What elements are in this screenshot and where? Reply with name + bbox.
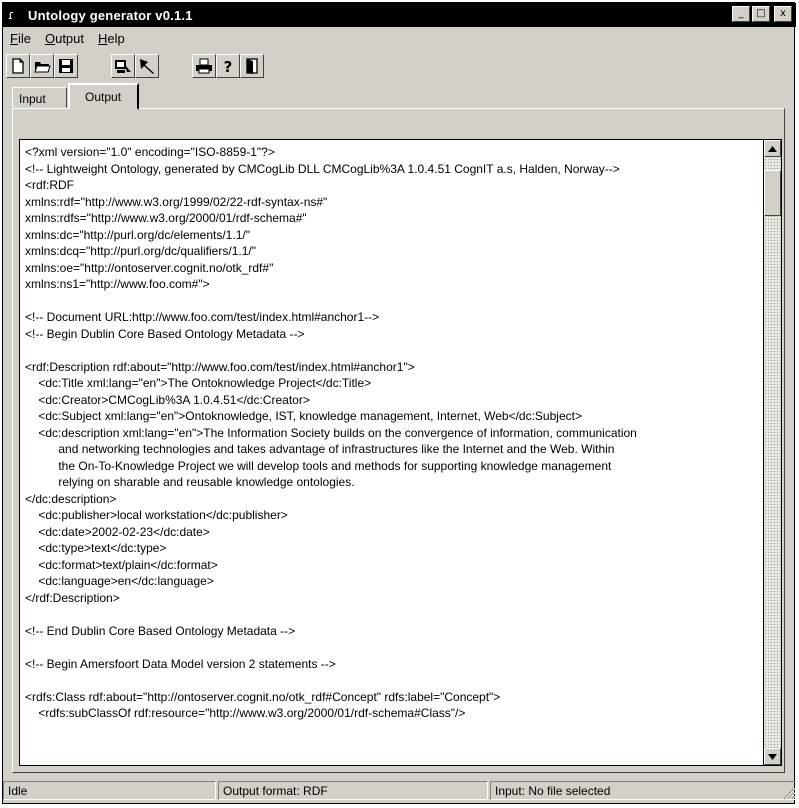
- output-line: </rdf:Description>: [25, 590, 120, 605]
- status-state: Idle: [3, 781, 216, 800]
- output-line: xmlns:oe="http://ontoserver.cognit.no/ot…: [25, 260, 274, 275]
- output-line: <dc:format>text/plain</dc:format>: [25, 557, 218, 572]
- output-line: <dc:publisher>local workstation</dc:publ…: [25, 508, 288, 522]
- scroll-down-button[interactable]: [764, 748, 781, 765]
- output-line: <rdf:Description rdf:about="http://www.f…: [25, 359, 415, 374]
- output-line: xmlns:rdf="http://www.w3.org/1999/02/22-…: [25, 194, 328, 209]
- exit-button[interactable]: [240, 54, 264, 78]
- tab-input[interactable]: Input: [12, 87, 67, 108]
- save-button[interactable]: [54, 54, 78, 78]
- help-button[interactable]: ?: [216, 54, 240, 78]
- output-line: <rdfs:Class rdf:about="http://ontoserver…: [25, 689, 501, 704]
- minimize-button[interactable]: _: [732, 6, 750, 22]
- output-line: <dc:Title xml:lang="en">The Ontoknowledg…: [25, 376, 372, 390]
- open-button[interactable]: [30, 54, 54, 78]
- menu-bar: File Output Help: [3, 28, 132, 48]
- arrow-up-icon: [768, 145, 777, 152]
- arrow-down-icon: [768, 753, 777, 760]
- tab-output[interactable]: Output: [68, 83, 139, 110]
- print-icon: [196, 58, 212, 74]
- vertical-scrollbar[interactable]: [764, 139, 782, 766]
- save-disk-icon: [59, 59, 73, 73]
- menu-help-label: elp: [107, 30, 125, 46]
- run-button[interactable]: [135, 54, 159, 78]
- open-folder-icon: [34, 62, 51, 73]
- window-controls: _ □ x: [732, 6, 792, 22]
- title-bar[interactable]: ɾ Untology generator v0.1.1 _ □ x: [3, 3, 796, 27]
- output-line: </dc:description>: [25, 491, 117, 506]
- status-output-format: Output format: RDF: [218, 781, 488, 800]
- feather-icon: ɾ: [8, 8, 15, 22]
- output-line: <dc:type>text</dc:type>: [25, 541, 167, 555]
- output-text: <?xml version="1.0" encoding="ISO-8859-1…: [20, 140, 763, 722]
- output-line: <!-- Begin Dublin Core Based Ontology Me…: [25, 326, 305, 341]
- output-line: relying on sharable and reusable knowled…: [25, 475, 355, 489]
- status-input-file: Input: No file selected: [490, 781, 796, 800]
- window-title: Untology generator v0.1.1: [28, 7, 193, 23]
- menu-help[interactable]: Help: [91, 31, 132, 46]
- output-line: <dc:Subject xml:lang="en">Ontoknowledge,…: [25, 409, 582, 423]
- menu-file-label: ile: [17, 30, 31, 46]
- output-line: <dc:Creator>CMCogLib%3A 1.0.4.51</dc:Cre…: [25, 392, 310, 407]
- print-button[interactable]: [192, 54, 216, 78]
- output-line: <!-- End Dublin Core Based Ontology Meta…: [25, 623, 296, 638]
- menu-file-mnemonic: F: [10, 30, 18, 46]
- output-line: <!-- Begin Amersfoort Data Model version…: [25, 656, 336, 671]
- resize-grip-icon[interactable]: [782, 786, 796, 800]
- output-line: the On-To-Knowledge Project we will deve…: [25, 458, 612, 473]
- output-line: <!-- Lightweight Ontology, generated by …: [25, 161, 620, 176]
- close-button[interactable]: x: [774, 6, 792, 22]
- scroll-up-button[interactable]: [764, 140, 781, 157]
- menu-output-mnemonic: O: [44, 30, 56, 46]
- output-line: <?xml version="1.0" encoding="ISO-8859-1…: [25, 145, 275, 159]
- output-line: xmlns:ns1="http://www.foo.com#">: [25, 277, 210, 291]
- menu-help-mnemonic: H: [98, 30, 108, 46]
- output-line: <rdfs:subClassOf rdf:resource="http://ww…: [25, 706, 466, 720]
- status-bar: Idle Output format: RDF Input: No file s…: [3, 781, 796, 800]
- output-line: xmlns:dcq="http://purl.org/dc/qualifiers…: [25, 244, 256, 258]
- menu-output[interactable]: Output: [38, 31, 91, 46]
- output-line: xmlns:dc="http://purl.org/dc/elements/1.…: [25, 227, 250, 242]
- new-button[interactable]: [6, 54, 30, 78]
- menu-file[interactable]: File: [3, 31, 38, 46]
- new-file-icon: [12, 58, 24, 74]
- output-line: <rdf:RDF: [25, 178, 75, 192]
- output-line: xmlns:rdfs="http://www.w3.org/2000/01/rd…: [25, 211, 307, 225]
- svg-text:?: ?: [224, 58, 233, 75]
- generate-button[interactable]: [111, 54, 135, 78]
- output-line: <!-- Document URL:http://www.foo.com/tes…: [25, 310, 380, 324]
- generate-icon: [115, 60, 131, 73]
- scroll-thumb[interactable]: [764, 170, 781, 216]
- output-textarea[interactable]: <?xml version="1.0" encoding="ISO-8859-1…: [19, 139, 764, 766]
- toolbar: ?: [6, 52, 264, 80]
- exit-door-icon: [246, 58, 258, 74]
- help-icon: ?: [224, 58, 233, 75]
- output-line: <dc:description xml:lang="en">The Inform…: [25, 425, 637, 440]
- run-icon: [140, 59, 154, 74]
- output-line: <dc:language>en</dc:language>: [25, 574, 214, 588]
- output-line: and networking technologies and takes ad…: [25, 442, 615, 456]
- output-line: <dc:date>2002-02-23</dc:date>: [25, 524, 210, 539]
- menu-output-label: utput: [55, 30, 85, 46]
- maximize-button[interactable]: □: [752, 6, 770, 22]
